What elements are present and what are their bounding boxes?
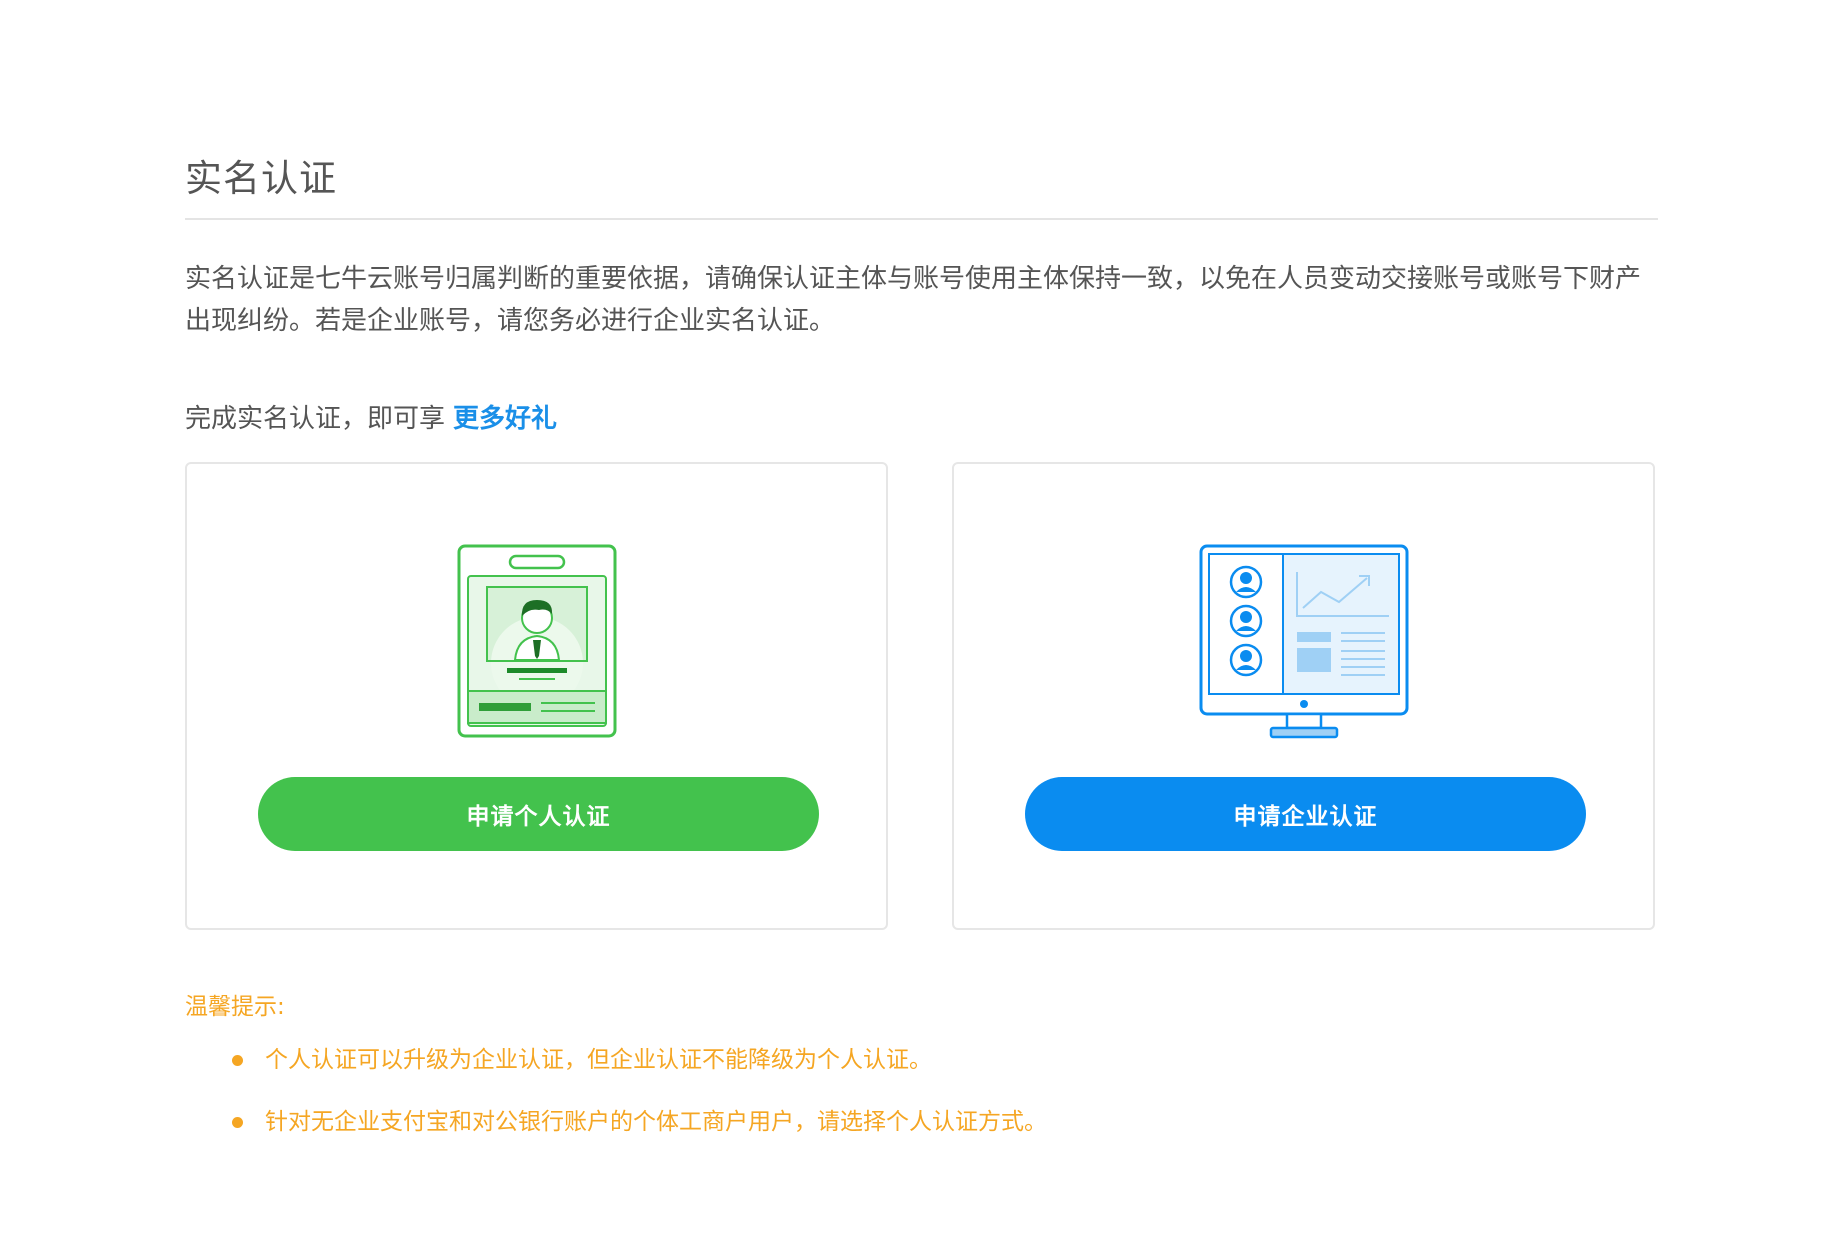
personal-auth-card: 申请个人认证 [185,462,888,930]
personal-id-badge-icon [457,544,616,738]
bullet-icon [232,1117,243,1128]
tip-text: 个人认证可以升级为企业认证，但企业认证不能降级为个人认证。 [265,1047,932,1073]
apply-enterprise-auth-button[interactable]: 申请企业认证 [1025,777,1586,851]
page: 实名认证 实名认证是七牛云账号归属判断的重要依据，请确保认证主体与账号使用主体保… [0,0,1840,1244]
enterprise-monitor-icon [1199,544,1408,739]
benefit-line: 完成实名认证，即可享 更多好礼 [185,398,557,435]
page-title: 实名认证 [185,157,337,200]
tip-text: 针对无企业支付宝和对公银行账户的个体工商户用户，请选择个人认证方式。 [265,1109,1047,1135]
apply-personal-auth-button[interactable]: 申请个人认证 [258,777,819,851]
avatar-icon [1229,565,1262,599]
tip-item: 针对无企业支付宝和对公银行账户的个体工商户用户，请选择个人认证方式。 [185,1102,1047,1164]
bullet-icon [232,1055,243,1066]
tips-title: 温馨提示: [185,994,285,1020]
enterprise-auth-card: 申请企业认证 [952,462,1655,930]
page-description: 实名认证是七牛云账号归属判断的重要依据，请确保认证主体与账号使用主体保持一致，以… [185,264,1642,336]
benefit-text: 完成实名认证，即可享 [185,404,446,434]
tips-list: 个人认证可以升级为企业认证，但企业认证不能降级为个人认证。 针对无企业支付宝和对… [185,1040,1047,1164]
title-divider [185,218,1658,220]
tip-item: 个人认证可以升级为企业认证，但企业认证不能降级为个人认证。 [185,1040,1047,1102]
more-gifts-link[interactable]: 更多好礼 [453,404,557,434]
